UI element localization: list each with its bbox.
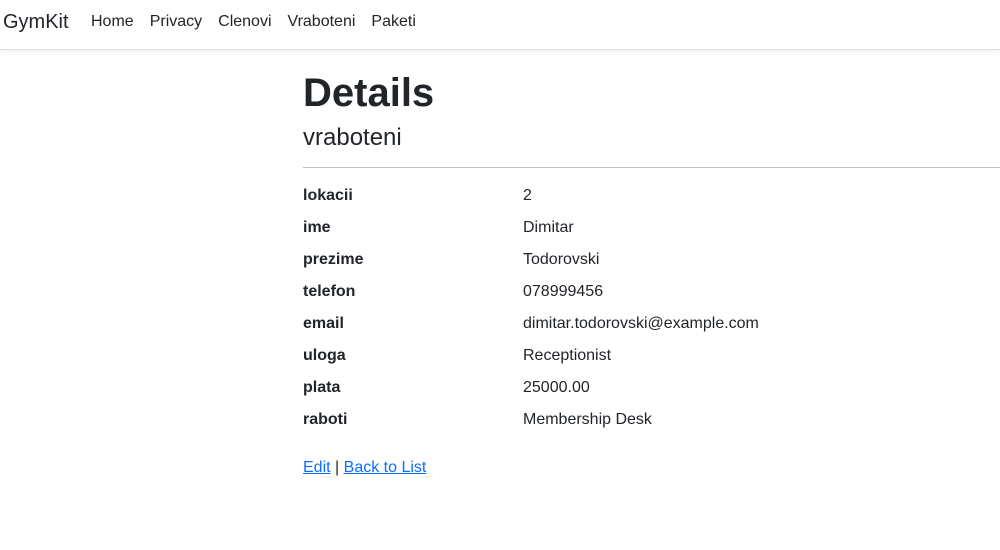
detail-value: Receptionist xyxy=(523,347,612,364)
page-subtitle: vraboteni xyxy=(303,124,402,151)
detail-value: 078999456 xyxy=(523,283,604,300)
nav-link-privacy[interactable]: Privacy xyxy=(142,12,210,32)
detail-value: Dimitar xyxy=(523,219,574,236)
nav-item-clenovi: Clenovi xyxy=(210,12,279,32)
nav-item-paketi: Paketi xyxy=(363,12,423,32)
link-separator: | xyxy=(335,459,340,476)
top-navbar: GymKit Home Privacy Clenovi Vraboteni Pa… xyxy=(0,0,1000,50)
detail-row-telefon: telefon 078999456 xyxy=(303,282,1000,314)
brand-link[interactable]: GymKit xyxy=(3,10,69,34)
nav-menu: Home Privacy Clenovi Vraboteni Paketi xyxy=(83,12,424,32)
edit-link[interactable]: Edit xyxy=(303,459,331,476)
nav-item-home: Home xyxy=(83,12,142,32)
details-section: vraboteni lokacii 2 ime Dimitar prezime … xyxy=(303,123,1000,442)
detail-value: 2 xyxy=(523,187,532,204)
detail-label: prezime xyxy=(303,251,364,268)
detail-value: dimitar.todorovski@example.com xyxy=(523,315,759,332)
detail-label: email xyxy=(303,315,344,332)
nav-item-privacy: Privacy xyxy=(142,12,210,32)
detail-value: 25000.00 xyxy=(523,379,590,396)
back-to-list-link[interactable]: Back to List xyxy=(344,459,427,476)
detail-label: ime xyxy=(303,219,331,236)
detail-row-plata: plata 25000.00 xyxy=(303,378,1000,410)
detail-value: Membership Desk xyxy=(523,411,652,428)
divider xyxy=(303,167,1000,168)
detail-row-raboti: raboti Membership Desk xyxy=(303,410,1000,442)
detail-label: raboti xyxy=(303,411,348,428)
detail-row-uloga: uloga Receptionist xyxy=(303,346,1000,378)
nav-item-vraboteni: Vraboteni xyxy=(280,12,364,32)
detail-row-lokacii: lokacii 2 xyxy=(303,186,1000,218)
detail-row-ime: ime Dimitar xyxy=(303,218,1000,250)
nav-link-paketi[interactable]: Paketi xyxy=(363,12,423,32)
action-links: Edit | Back to List xyxy=(303,458,1000,478)
detail-label: uloga xyxy=(303,347,346,364)
detail-label: plata xyxy=(303,379,341,396)
detail-row-prezime: prezime Todorovski xyxy=(303,250,1000,282)
nav-link-home[interactable]: Home xyxy=(83,12,142,32)
detail-value: Todorovski xyxy=(523,251,600,268)
main-content: Details vraboteni lokacii 2 ime Dimitar … xyxy=(303,70,1000,478)
page-title: Details xyxy=(303,71,435,115)
details-list: lokacii 2 ime Dimitar prezime Todorovski… xyxy=(303,186,1000,442)
detail-label: lokacii xyxy=(303,187,353,204)
detail-label: telefon xyxy=(303,283,356,300)
nav-link-clenovi[interactable]: Clenovi xyxy=(210,12,279,32)
nav-link-vraboteni[interactable]: Vraboteni xyxy=(280,12,364,32)
detail-row-email: email dimitar.todorovski@example.com xyxy=(303,314,1000,346)
